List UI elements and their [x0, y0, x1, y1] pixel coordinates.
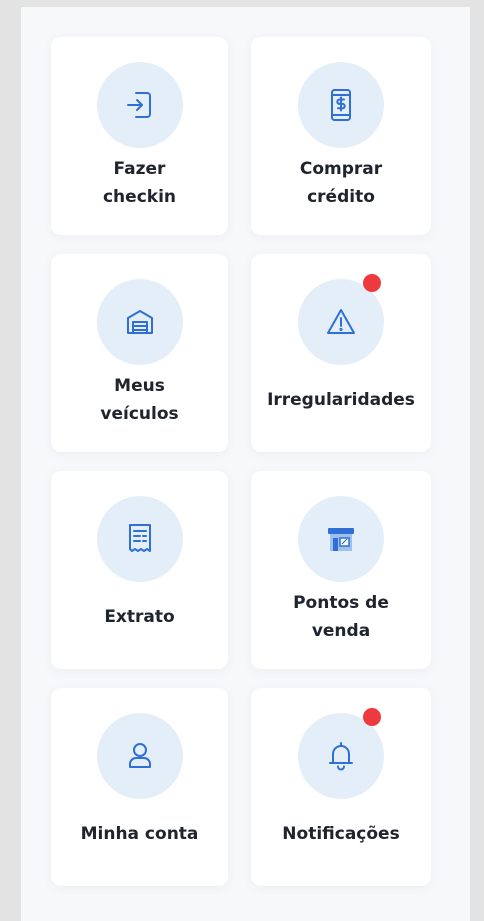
- tile-label: Irregularidades: [267, 390, 415, 410]
- menu-grid: Fazer checkin Comprar crédito Meus veícu…: [51, 37, 431, 886]
- garage-icon: [126, 310, 153, 334]
- store-icon: [328, 528, 354, 551]
- icon-circle: [298, 496, 384, 582]
- icon-circle: [298, 62, 384, 148]
- tile-extrato[interactable]: Extrato: [51, 471, 228, 669]
- tile-pontos-de-venda[interactable]: Pontos de venda: [251, 471, 431, 669]
- bell-icon: [329, 742, 353, 771]
- dollar-phone-icon: [331, 89, 351, 121]
- icon-circle: [96, 496, 183, 582]
- tile-label: Meus veículos: [100, 376, 179, 424]
- tile-notificacoes[interactable]: Notificações: [251, 688, 431, 886]
- icon-circle: [96, 713, 183, 799]
- tile-label: Minha conta: [80, 824, 199, 844]
- tile-meus-veiculos[interactable]: Meus veículos: [51, 254, 228, 452]
- tile-label: Fazer checkin: [102, 159, 177, 207]
- icon-circle: [96, 62, 183, 148]
- tile-label: Comprar crédito: [299, 159, 383, 207]
- tile-comprar-credito[interactable]: Comprar crédito: [251, 37, 431, 235]
- tile-label: Extrato: [104, 607, 175, 627]
- warning-icon: [327, 309, 355, 334]
- user-icon: [128, 743, 151, 768]
- tile-irregularidades[interactable]: Irregularidades: [251, 254, 431, 452]
- checkin-icon: [126, 92, 151, 118]
- icon-circle: [96, 279, 183, 365]
- tile-label: Notificações: [282, 824, 400, 844]
- tile-minha-conta[interactable]: Minha conta: [51, 688, 228, 886]
- notification-badge: [363, 274, 381, 292]
- notification-badge: [363, 708, 381, 726]
- tile-label: Pontos de venda: [293, 593, 389, 641]
- tile-fazer-checkin[interactable]: Fazer checkin: [51, 37, 228, 235]
- receipt-icon: [128, 524, 151, 552]
